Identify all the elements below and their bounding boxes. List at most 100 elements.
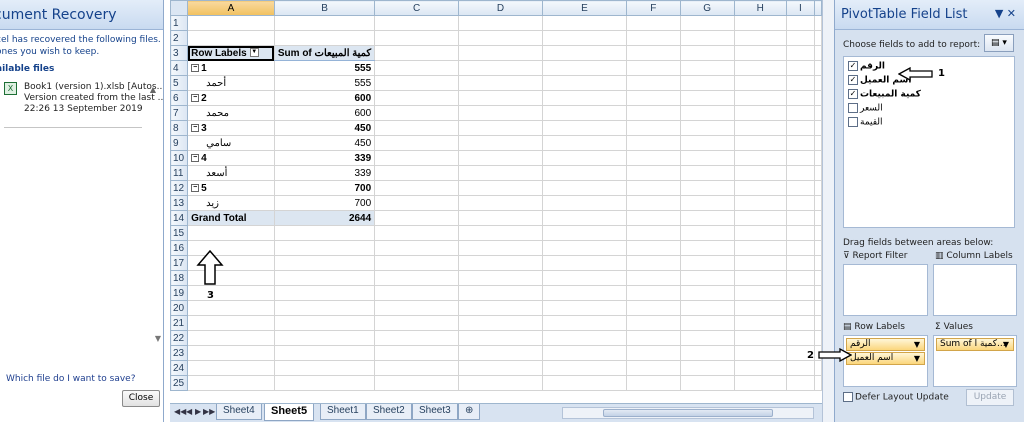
cell[interactable] [733, 150, 787, 166]
cell[interactable] [733, 30, 787, 46]
cell[interactable] [679, 375, 735, 391]
cell[interactable] [625, 255, 681, 271]
cell[interactable] [814, 360, 822, 376]
cell[interactable] [374, 120, 460, 136]
collapse-icon[interactable]: − [191, 63, 200, 72]
column-header-c[interactable]: C [374, 0, 460, 16]
cell[interactable] [542, 195, 627, 211]
sheet-tab-sheet3[interactable]: Sheet3 [412, 404, 458, 420]
cell[interactable] [187, 285, 275, 301]
sheet-tab-sheet1[interactable]: Sheet1 [320, 404, 366, 420]
row-labels-area[interactable]: الرقم ▼ اسم العميل ▼ [843, 335, 928, 387]
cell[interactable] [458, 255, 543, 271]
cell[interactable] [679, 330, 735, 346]
cell[interactable] [785, 180, 816, 196]
cell[interactable] [679, 360, 735, 376]
cell[interactable] [814, 60, 822, 76]
cell[interactable] [542, 75, 627, 91]
chip-dropdown-icon[interactable]: ▼ [1003, 339, 1009, 350]
column-labels-area[interactable] [933, 264, 1017, 316]
field-item[interactable]: السعر [848, 103, 883, 115]
cell[interactable] [785, 105, 816, 121]
sheet-tab-sheet2[interactable]: Sheet2 [366, 404, 412, 420]
column-header-d[interactable]: D [458, 0, 543, 16]
cell[interactable] [679, 135, 735, 151]
cell[interactable] [785, 315, 816, 331]
cell[interactable] [374, 15, 460, 31]
cell[interactable] [374, 210, 460, 226]
cell[interactable] [273, 360, 376, 376]
cell[interactable] [679, 180, 735, 196]
pivot-group-label[interactable]: −5 [187, 180, 275, 196]
cell[interactable] [679, 315, 735, 331]
cell[interactable] [625, 30, 681, 46]
cell[interactable] [679, 270, 735, 286]
worksheet-grid[interactable]: A B C D E F G H I 1 2 3 Row Labels ▼ Sum of كمية المبي… [170, 0, 822, 403]
cell[interactable] [733, 375, 787, 391]
cell[interactable] [733, 60, 787, 76]
cell[interactable] [785, 375, 816, 391]
cell[interactable] [458, 210, 543, 226]
cell[interactable] [814, 120, 822, 136]
cell[interactable] [814, 30, 822, 46]
cell[interactable] [187, 225, 275, 241]
cell[interactable] [785, 135, 816, 151]
cell[interactable] [625, 90, 681, 106]
cell[interactable] [814, 315, 822, 331]
pivot-item-label[interactable]: أسعد [187, 165, 275, 181]
cell[interactable] [374, 150, 460, 166]
row-header[interactable]: 9 [170, 135, 189, 151]
row-header[interactable]: 19 [170, 285, 189, 301]
cell[interactable] [458, 195, 543, 211]
cell[interactable] [458, 285, 543, 301]
cell[interactable] [733, 345, 787, 361]
cell[interactable] [785, 90, 816, 106]
cell[interactable] [733, 45, 787, 61]
pivot-value-cell[interactable]: 700 [273, 195, 376, 211]
cell[interactable] [733, 15, 787, 31]
cell[interactable] [542, 330, 627, 346]
field-item[interactable]: القيمة [848, 117, 883, 129]
cell[interactable] [625, 225, 681, 241]
cell[interactable] [785, 360, 816, 376]
cell[interactable] [814, 240, 822, 256]
cell[interactable] [273, 30, 376, 46]
defer-layout-update[interactable]: Defer Layout Update [843, 392, 949, 403]
cell[interactable] [679, 345, 735, 361]
cell[interactable] [679, 30, 735, 46]
field-checkbox[interactable]: ✓ [848, 89, 858, 99]
recovered-file-item[interactable]: X Book1 (version 1).xlsb [Autos... Versi… [4, 82, 163, 132]
column-header-e[interactable]: E [542, 0, 627, 16]
cell[interactable] [542, 60, 627, 76]
filter-dropdown-icon[interactable]: ▼ [249, 48, 259, 58]
cell[interactable] [374, 270, 460, 286]
values-area[interactable]: Sum of كمية ا... ▼ [933, 335, 1017, 387]
cell[interactable] [625, 120, 681, 136]
column-header-g[interactable]: G [679, 0, 735, 16]
cell[interactable] [679, 150, 735, 166]
pivot-value-cell[interactable]: 555 [273, 60, 376, 76]
cell[interactable] [542, 165, 627, 181]
cell[interactable] [374, 195, 460, 211]
chip-dropdown-icon[interactable]: ▼ [914, 353, 920, 364]
horizontal-scrollbar[interactable] [562, 407, 814, 419]
cell[interactable] [785, 75, 816, 91]
cell[interactable] [733, 330, 787, 346]
cell[interactable] [733, 210, 787, 226]
cell[interactable] [625, 300, 681, 316]
cell[interactable] [625, 345, 681, 361]
cell[interactable] [542, 240, 627, 256]
cell[interactable] [785, 300, 816, 316]
pivot-item-label[interactable]: أحمد [187, 75, 275, 91]
cell[interactable] [679, 165, 735, 181]
cell[interactable] [458, 300, 543, 316]
row-header[interactable]: 22 [170, 330, 189, 346]
scroll-down-icon[interactable]: ▼ [155, 334, 161, 343]
cell[interactable] [785, 255, 816, 271]
last-sheet-icon[interactable]: ▶▶ [203, 407, 215, 416]
cell[interactable] [374, 315, 460, 331]
field-layout-button[interactable]: ▤ ▾ [984, 34, 1014, 52]
column-header-extra[interactable] [814, 0, 822, 16]
cell[interactable] [814, 300, 822, 316]
cell[interactable] [273, 225, 376, 241]
